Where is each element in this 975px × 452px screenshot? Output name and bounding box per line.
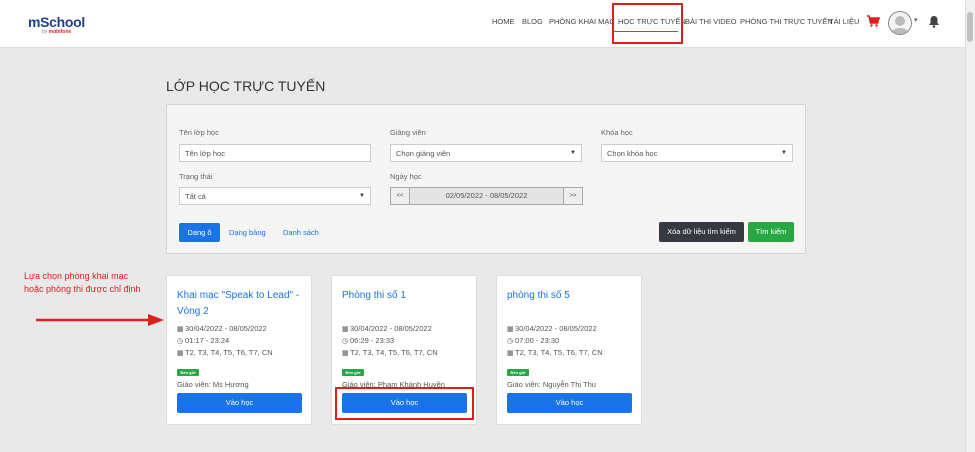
tab-list-view[interactable]: Danh sách <box>283 228 319 237</box>
chevron-down-icon: ▼ <box>359 193 365 199</box>
card-dates: ▦30/04/2022 - 08/05/2022 <box>507 324 597 333</box>
card-title[interactable]: Khai mạc "Speak to Lead" - Vòng 2 <box>177 288 307 320</box>
card-dates-text: 30/04/2022 - 08/05/2022 <box>515 324 597 333</box>
date-prev-button[interactable]: << <box>391 188 410 204</box>
card-days: ▦T2, T3, T4, T5, T6, T7, CN <box>507 348 603 357</box>
status-badge: Đến giờ <box>507 369 529 376</box>
tab-board-view[interactable]: Dạng bảng <box>229 228 266 237</box>
scrollbar-thumb[interactable] <box>967 12 973 42</box>
class-card[interactable]: Khai mạc "Speak to Lead" - Vòng 2 ▦30/04… <box>166 275 312 425</box>
nav-opening-room[interactable]: PHÒNG KHAI MẠC <box>549 17 615 26</box>
card-time: ◷ 01:17 - 23:24 <box>177 336 229 345</box>
top-navbar: mSchool by mobifone HOME BLOG PHÒNG KHAI… <box>0 0 975 48</box>
page-scrollbar[interactable] <box>965 0 975 452</box>
clock-icon: ◷ <box>177 338 184 345</box>
card-days: ▦T2, T3, T4, T5, T6, T7, CN <box>177 348 273 357</box>
status-label: Trạng thái <box>179 172 213 181</box>
search-panel: Tên lớp học Tên lớp học Giảng viên Chọn … <box>166 104 806 254</box>
join-class-button[interactable]: Vào học <box>177 393 302 413</box>
teacher-select[interactable]: Chọn giảng viên ▼ <box>390 144 582 162</box>
date-range-picker: << 02/05/2022 - 08/05/2022 >> <box>390 187 583 205</box>
user-avatar-icon[interactable] <box>888 11 912 35</box>
card-time-text: 01:17 - 23:24 <box>185 336 230 345</box>
chevron-down-icon: ▼ <box>781 150 787 156</box>
calendar-days-icon: ▦ <box>507 350 514 357</box>
clock-icon: ◷ <box>342 338 349 345</box>
nav-blog[interactable]: BLOG <box>522 17 543 26</box>
class-card[interactable]: phòng thi số 5 ▦30/04/2022 - 08/05/2022 … <box>496 275 642 425</box>
course-select-value: Chọn khóa học <box>607 149 658 158</box>
annotation-line-2: hoặc phòng thi được chỉ định <box>24 284 141 294</box>
nav-home[interactable]: HOME <box>492 17 515 26</box>
card-days-text: T2, T3, T4, T5, T6, T7, CN <box>350 348 438 357</box>
mschool-logo[interactable]: mSchool by mobifone <box>28 14 86 35</box>
status-select-value: Tất cả <box>185 192 206 201</box>
card-time-text: 06:29 - 23:33 <box>350 336 395 345</box>
status-badge: Đến giờ <box>177 369 199 376</box>
cart-icon[interactable] <box>866 14 880 28</box>
card-title[interactable]: phòng thi số 5 <box>507 288 637 304</box>
class-name-input[interactable]: Tên lớp học <box>179 144 371 162</box>
card-days: ▦T2, T3, T4, T5, T6, T7, CN <box>342 348 438 357</box>
date-next-button[interactable]: >> <box>563 188 582 204</box>
calendar-icon: ▦ <box>342 326 349 333</box>
nav-video-exam[interactable]: BÀI THI VIDEO <box>685 17 737 26</box>
card-days-text: T2, T3, T4, T5, T6, T7, CN <box>515 348 603 357</box>
card-days-text: T2, T3, T4, T5, T6, T7, CN <box>185 348 273 357</box>
status-select[interactable]: Tất cả ▼ <box>179 187 371 205</box>
teacher-select-value: Chọn giảng viên <box>396 149 451 158</box>
join-button-highlight-box <box>335 387 474 420</box>
class-name-placeholder: Tên lớp học <box>185 149 225 158</box>
logo-sub-prefix: by <box>42 29 48 35</box>
chevron-down-icon[interactable]: ▾ <box>914 16 918 24</box>
course-select[interactable]: Chọn khóa học ▼ <box>601 144 793 162</box>
nav-highlight-box <box>612 3 683 44</box>
calendar-days-icon: ▦ <box>342 350 349 357</box>
card-time-text: 07:00 - 23:30 <box>515 336 560 345</box>
date-range-input[interactable]: 02/05/2022 - 08/05/2022 <box>411 188 562 204</box>
tab-tile-view[interactable]: Dạng ô <box>179 223 220 242</box>
card-dates: ▦30/04/2022 - 08/05/2022 <box>342 324 432 333</box>
logo-subtext: by mobifone <box>42 29 71 35</box>
class-name-label: Tên lớp học <box>179 128 219 137</box>
logo-text: mSchool <box>28 14 86 30</box>
calendar-icon: ▦ <box>507 326 514 333</box>
search-button[interactable]: Tìm kiếm <box>748 222 794 242</box>
clock-icon: ◷ <box>507 338 514 345</box>
card-time: ◷ 06:29 - 23:33 <box>342 336 394 345</box>
bell-icon[interactable] <box>928 15 940 28</box>
chevron-down-icon: ▼ <box>570 150 576 156</box>
page-title: LỚP HỌC TRỰC TUYẾN <box>166 78 326 94</box>
nav-online-exam-room[interactable]: PHÒNG THI TRỰC TUYẾN <box>740 17 833 26</box>
nav-documents[interactable]: TÀI LIỆU <box>829 17 859 26</box>
course-label: Khóa học <box>601 128 633 137</box>
join-class-button[interactable]: Vào học <box>507 393 632 413</box>
card-teacher: Giáo viên: Nguyễn Thị Thu <box>507 380 596 389</box>
card-time: ◷ 07:00 - 23:30 <box>507 336 559 345</box>
clear-search-button[interactable]: Xóa dữ liệu tìm kiếm <box>659 222 744 242</box>
date-label: Ngày học <box>390 172 422 181</box>
annotation-arrow-icon <box>36 314 164 326</box>
card-teacher: Giáo viên: Ms Hương <box>177 380 249 389</box>
card-title[interactable]: Phòng thi số 1 <box>342 288 472 304</box>
status-badge: Đến giờ <box>342 369 364 376</box>
card-dates-text: 30/04/2022 - 08/05/2022 <box>185 324 267 333</box>
card-dates: ▦30/04/2022 - 08/05/2022 <box>177 324 267 333</box>
logo-sub-brand: mobifone <box>48 29 72 35</box>
annotation-line-1: Lựa chọn phòng khai mạc <box>24 271 129 281</box>
teacher-label: Giảng viên <box>390 128 426 137</box>
annotation-note: Lựa chọn phòng khai mạc hoặc phòng thi đ… <box>24 270 141 296</box>
card-dates-text: 30/04/2022 - 08/05/2022 <box>350 324 432 333</box>
calendar-icon: ▦ <box>177 326 184 333</box>
calendar-days-icon: ▦ <box>177 350 184 357</box>
